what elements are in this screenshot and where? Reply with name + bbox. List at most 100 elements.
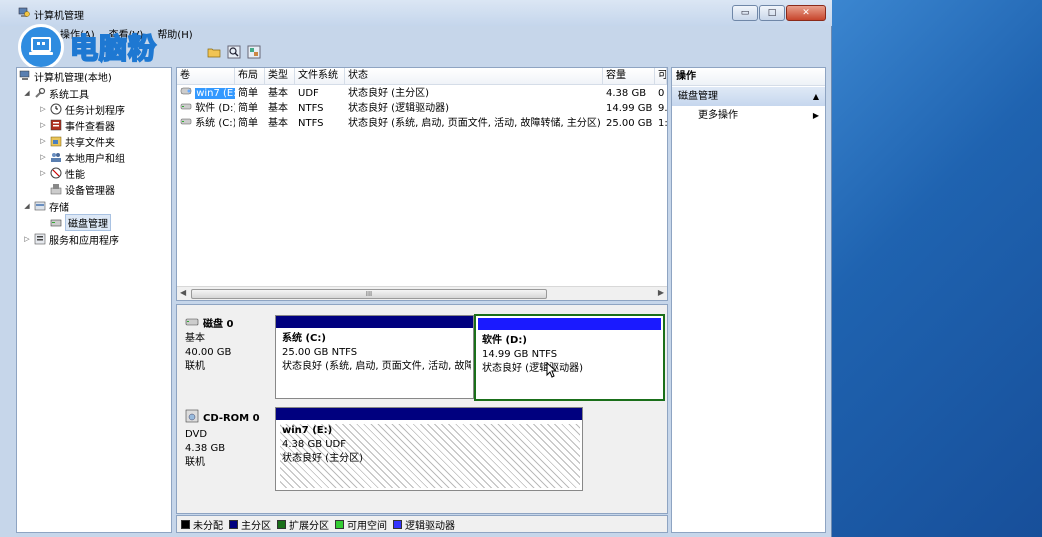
cell-type: 基本 xyxy=(268,103,288,114)
partition-e-details: win7 (E:) 4.38 GB UDF 状态良好 (主分区) xyxy=(280,424,580,488)
close-button[interactable]: ✕ xyxy=(786,5,826,21)
legend-label: 扩展分区 xyxy=(289,520,329,532)
disk-graphical-view: 磁盘 0 基本 40.00 GB 联机 系统 (C:) 25.00 GB NTF… xyxy=(176,304,668,514)
disk-0-info[interactable]: 磁盘 0 基本 40.00 GB 联机 xyxy=(179,313,273,399)
legend-label: 可用空间 xyxy=(347,520,387,532)
partition-e-status: 状态良好 (主分区) xyxy=(282,453,363,464)
scrollbar-thumb[interactable]: III xyxy=(191,289,547,299)
column-header-capacity[interactable]: 容量 xyxy=(603,68,655,85)
cdrom-0-info[interactable]: CD-ROM 0 DVD 4.38 GB 联机 xyxy=(179,405,273,491)
tree-node-event-viewer[interactable]: ▷ 事件查看器 xyxy=(39,117,115,133)
legend-label: 主分区 xyxy=(241,520,271,532)
tree-node-shared-folders[interactable]: ▷ 共享文件夹 xyxy=(39,133,115,149)
tree-node-storage[interactable]: ◢ 存储 xyxy=(23,198,69,214)
column-header-volume[interactable]: 卷 xyxy=(177,68,235,85)
cdrom-0-type: DVD xyxy=(185,429,208,440)
cell-volume: 软件 (D:) xyxy=(177,101,235,116)
cell-status: 状态良好 (系统, 启动, 页面文件, 活动, 故障转储, 主分区) xyxy=(348,118,601,129)
tree-node-performance[interactable]: ▷ 性能 xyxy=(39,165,85,181)
scroll-left-icon[interactable]: ◀ xyxy=(180,288,186,297)
actions-pane: 操作 磁盘管理 ▲ 更多操作 ▶ xyxy=(671,67,826,533)
legend-extended: 扩展分区 xyxy=(277,517,329,532)
cell-volume: 系统 (C:) xyxy=(177,116,235,131)
hard-disk-icon xyxy=(185,317,199,332)
tools-icon xyxy=(34,87,46,99)
table-row[interactable]: win7 (E:) 简单 基本 UDF 状态良好 (主分区) 4.38 GB 0 xyxy=(177,86,667,101)
legend-swatch xyxy=(393,519,402,529)
actions-section-disk-management[interactable]: 磁盘管理 ▲ xyxy=(672,87,825,106)
cell-capacity: 4.38 GB xyxy=(606,88,647,99)
properties-button[interactable] xyxy=(246,44,262,60)
tree-label-root: 计算机管理(本地) xyxy=(34,72,112,84)
expand-arrow-icon[interactable]: ▷ xyxy=(39,121,47,129)
tree-node-local-users[interactable]: ▷ 本地用户和组 xyxy=(39,149,125,165)
window-controls: ▭ □ ✕ xyxy=(732,5,826,21)
disk-management-icon xyxy=(50,216,62,228)
more-actions-item[interactable]: 更多操作 ▶ xyxy=(672,108,825,124)
partition-e[interactable]: win7 (E:) 4.38 GB UDF 状态良好 (主分区) xyxy=(275,407,583,491)
hard-drive-icon xyxy=(180,116,192,131)
minimize-button[interactable]: ▭ xyxy=(732,5,758,21)
table-row[interactable]: 系统 (C:) 简单 基本 NTFS 状态良好 (系统, 启动, 页面文件, 活… xyxy=(177,116,667,131)
collapse-up-icon[interactable]: ▲ xyxy=(813,87,819,106)
cell-volume: win7 (E:) xyxy=(177,86,235,101)
tree-node-services-apps[interactable]: ▷ 服务和应用程序 xyxy=(23,231,119,247)
shared-folder-icon xyxy=(50,135,62,147)
device-manager-icon xyxy=(50,183,62,195)
volume-name: 软件 (D:) xyxy=(195,103,235,114)
horizontal-scrollbar[interactable]: ◀ III ▶ xyxy=(177,286,667,300)
tree-label-task-scheduler: 任务计划程序 xyxy=(65,105,125,117)
partition-e-size: 4.38 GB UDF xyxy=(282,439,347,450)
tree-label-system-tools: 系统工具 xyxy=(49,89,89,101)
navigation-tree: 计算机管理(本地) ◢ 系统工具 ▷ 任务计划程序 ▷ 事件查看器 ▷ 共享文件… xyxy=(16,67,172,533)
title-bar[interactable]: 计算机管理 ▭ □ ✕ xyxy=(0,0,832,26)
tree-node-disk-management[interactable]: 磁盘管理 xyxy=(50,213,111,231)
maximize-button[interactable]: □ xyxy=(759,5,785,21)
tree-node-device-manager[interactable]: 设备管理器 xyxy=(50,181,115,197)
expand-arrow-icon[interactable]: ▷ xyxy=(39,169,47,177)
open-folder-button[interactable] xyxy=(206,44,222,60)
tree-label-device-manager: 设备管理器 xyxy=(65,185,115,197)
scroll-right-icon[interactable]: ▶ xyxy=(658,288,664,297)
expand-arrow-icon[interactable]: ▷ xyxy=(23,235,31,243)
disk-0-name: 磁盘 0 xyxy=(203,318,234,330)
cell-filesystem: NTFS xyxy=(298,118,324,129)
desktop-background xyxy=(832,0,1042,537)
partition-c[interactable]: 系统 (C:) 25.00 GB NTFS 状态良好 (系统, 启动, 页面文件… xyxy=(275,315,474,399)
partition-e-bar xyxy=(276,408,582,420)
event-viewer-icon xyxy=(50,119,62,131)
collapse-arrow-icon[interactable]: ◢ xyxy=(23,89,31,97)
expand-arrow-icon[interactable]: ▷ xyxy=(39,153,47,161)
expand-arrow-icon[interactable]: ▷ xyxy=(39,137,47,145)
column-header-free[interactable]: 可 xyxy=(655,68,667,85)
column-header-status[interactable]: 状态 xyxy=(345,68,603,85)
cell-layout: 简单 xyxy=(238,118,258,129)
tree-node-system-tools[interactable]: ◢ 系统工具 xyxy=(23,85,89,101)
legend-swatch xyxy=(181,519,190,529)
column-header-filesystem[interactable]: 文件系统 xyxy=(295,68,345,85)
tree-node-task-scheduler[interactable]: ▷ 任务计划程序 xyxy=(39,101,125,117)
cell-status: 状态良好 (主分区) xyxy=(348,88,429,99)
toolbar xyxy=(206,42,262,62)
tree-label-services-apps: 服务和应用程序 xyxy=(49,235,119,247)
watermark-text: 电脑粉 xyxy=(69,31,158,66)
table-row[interactable]: 软件 (D:) 简单 基本 NTFS 状态良好 (逻辑驱动器) 14.99 GB… xyxy=(177,101,667,116)
search-button[interactable] xyxy=(226,44,242,60)
column-header-layout[interactable]: 布局 xyxy=(235,68,265,85)
tree-node-root[interactable]: 计算机管理(本地) xyxy=(19,68,112,84)
cdrom-0-size: 4.38 GB xyxy=(185,443,226,454)
partition-legend: 未分配 主分区 扩展分区 可用空间 逻辑驱动器 xyxy=(176,515,668,533)
partition-c-size: 25.00 GB NTFS xyxy=(282,347,358,358)
cell-capacity: 25.00 GB xyxy=(606,118,653,129)
cell-type: 基本 xyxy=(268,88,288,99)
expand-arrow-icon[interactable]: ▷ xyxy=(39,105,47,113)
cell-filesystem: NTFS xyxy=(298,103,324,114)
legend-swatch xyxy=(277,519,286,529)
performance-icon xyxy=(50,167,62,179)
computer-icon xyxy=(19,70,31,82)
partition-d[interactable]: 软件 (D:) 14.99 GB NTFS 状态良好 (逻辑驱动器) xyxy=(474,314,665,401)
collapse-arrow-icon[interactable]: ◢ xyxy=(23,202,31,210)
mouse-cursor-icon xyxy=(546,362,556,378)
column-header-type[interactable]: 类型 xyxy=(265,68,295,85)
window-title: 计算机管理 xyxy=(34,11,84,22)
